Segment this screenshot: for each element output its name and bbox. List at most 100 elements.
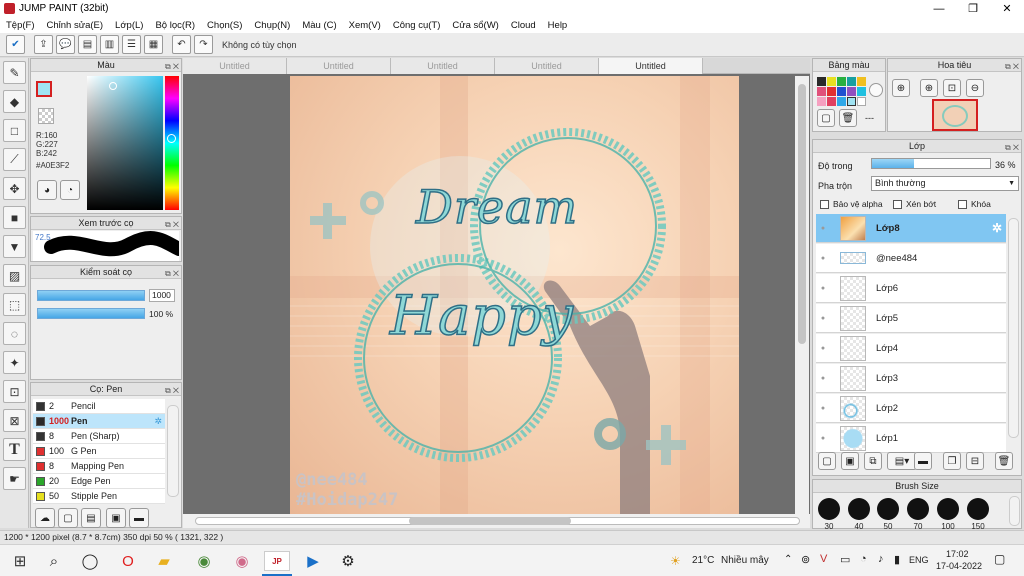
new-layer-icon[interactable]: ▢ [818,452,836,470]
visibility-icon[interactable]: ● [816,225,830,232]
swatch[interactable] [827,87,836,96]
brush-item-selected[interactable]: 1000 Pen ✲ [33,414,165,429]
swatch[interactable] [837,77,846,86]
settings-gear-icon[interactable]: ⚙ [338,551,358,571]
actual-size-icon[interactable]: ⊡ [943,79,961,97]
hue-slider[interactable] [165,76,179,210]
menu-tools[interactable]: Công cụ(T) [393,20,441,31]
swatch-more-icon[interactable]: --- [865,113,874,123]
layer-opacity-slider[interactable] [871,158,991,169]
undo-icon[interactable]: ↶ [172,35,191,54]
hand-tool-icon[interactable]: ☛ [3,467,26,490]
lasso-tool-icon[interactable]: ◌ [3,322,26,345]
layer-folder-icon[interactable]: ▬ [914,452,932,470]
canvas-horizontal-scrollbar[interactable] [183,514,810,528]
list-icon[interactable]: ☰ [122,35,141,54]
saturation-picker[interactable] [87,76,163,210]
layer-row[interactable]: ● Lớp5 [816,304,1006,333]
brush-item[interactable]: 100 G Pen [33,444,165,459]
message-icon[interactable]: ▤ [78,35,97,54]
transparent-swatch[interactable] [38,108,54,124]
menu-filter[interactable]: Bộ lọc(R) [155,20,195,31]
clip-option[interactable]: Xén bớt [893,199,936,209]
gear-icon[interactable]: ✲ [992,221,1002,235]
visibility-icon[interactable]: ● [816,345,830,352]
horizontal-scroll-thumb[interactable] [409,517,571,525]
windows-start-icon[interactable]: ⊞ [10,551,30,571]
layer-menu-icon[interactable]: ▤▾ [887,452,917,470]
alpha-protect-option[interactable]: Bảo vệ alpha [820,199,883,209]
brush-size-dot[interactable] [818,498,840,520]
artwork-canvas[interactable]: Dream Happy @nee484 #Hoidap247 [290,76,739,514]
tab-untitled-4[interactable]: Untitled [495,58,599,74]
brush-tool-icon[interactable]: ✎ [3,61,26,84]
bucket-tool-icon[interactable]: ▼ [3,235,26,258]
notification-icon[interactable]: ▢ [994,552,1005,566]
chat-icon[interactable]: 💬 [56,35,75,54]
foreground-color-swatch[interactable] [36,81,52,97]
swatch[interactable] [827,97,836,106]
monitor-icon[interactable]: ▭ [840,553,850,566]
zoom-fit-icon[interactable]: ⊕ [892,79,910,97]
battery-icon[interactable]: ▮ [894,553,900,566]
swatch[interactable] [857,87,866,96]
layer-list-scrollbar[interactable] [1008,218,1019,438]
gear-icon[interactable]: ✲ [154,416,162,427]
blend-mode-select[interactable]: Bình thường ▼ [871,176,1019,191]
grid-icon[interactable]: ▦ [144,35,163,54]
minimize-button[interactable]: — [922,0,956,17]
media-player-icon[interactable]: ▶ [303,551,323,571]
check-icon[interactable]: ✔ [6,35,25,54]
menu-capture[interactable]: Chụp(N) [254,20,290,31]
navigator-thumbnail[interactable] [932,99,978,131]
brush-item[interactable]: 8 Pen (Sharp) [33,429,165,444]
clock-date[interactable]: 17-04-2022 [936,561,982,571]
eraser-tool-icon[interactable]: ◆ [3,90,26,113]
text-tool-icon[interactable]: T [3,438,26,461]
zoom-in-icon[interactable]: ⊕ [920,79,938,97]
layer-row[interactable]: ● Lớp2 [816,394,1006,423]
menu-color[interactable]: Màu (C) [302,20,336,31]
brush-opacity-slider[interactable] [37,308,145,319]
magic-wand-tool-icon[interactable]: ✦ [3,351,26,374]
menu-file[interactable]: Tệp(F) [6,20,35,31]
brush-size-slider[interactable] [37,290,145,301]
tab-untitled-2[interactable]: Untitled [287,58,391,74]
swatch[interactable] [827,77,836,86]
palette-icon[interactable]: ◕ [37,180,57,200]
new-brush-icon[interactable]: ▢ [58,508,78,528]
lock-option[interactable]: Khóa [958,199,991,209]
brush-size-scrollbar[interactable] [1009,496,1020,526]
panel-buttons[interactable]: ⧉ ✕ [165,218,179,231]
network-icon[interactable]: ⊚ [801,553,810,566]
vertical-scroll-thumb[interactable] [798,84,806,344]
tab-untitled-3[interactable]: Untitled [391,58,495,74]
language-indicator[interactable]: ENG [909,555,929,565]
swatch[interactable] [817,77,826,86]
swatch[interactable] [857,77,866,86]
panel-buttons[interactable]: ⧉ ✕ [1005,60,1019,73]
swatch[interactable] [817,97,826,106]
fill-rect-tool-icon[interactable]: ■ [3,206,26,229]
menu-view[interactable]: Xem(V) [349,20,381,31]
brush-cloud-icon[interactable]: ☁ [35,508,55,528]
swatch[interactable] [857,97,866,106]
weather-temp[interactable]: 21°C [692,555,714,566]
move-tool-icon[interactable]: ✥ [3,177,26,200]
layer-row-selected[interactable]: ● Lớp8 ✲ [816,214,1006,243]
layer-row[interactable]: ● Lớp1 [816,424,1006,453]
visibility-icon[interactable]: ● [816,285,830,292]
canvas-vertical-scrollbar[interactable] [795,76,809,514]
brush-size-dot[interactable] [937,498,959,520]
swatch-scroll-icon[interactable] [869,83,883,97]
brush-list-scrollbar[interactable] [167,405,179,497]
brush-item[interactable]: 8 Mapping Pen [33,459,165,474]
visibility-icon[interactable]: ● [816,315,830,322]
close-button[interactable]: ✕ [990,0,1024,17]
app-icon-2[interactable]: ◉ [232,551,252,571]
menu-cloud[interactable]: Cloud [511,20,536,31]
delete-swatch-icon[interactable]: 🗑 [839,109,857,127]
opera-icon[interactable]: O [118,551,138,571]
visibility-icon[interactable]: ● [816,405,830,412]
merge-layer-icon[interactable]: ⊟ [966,452,984,470]
